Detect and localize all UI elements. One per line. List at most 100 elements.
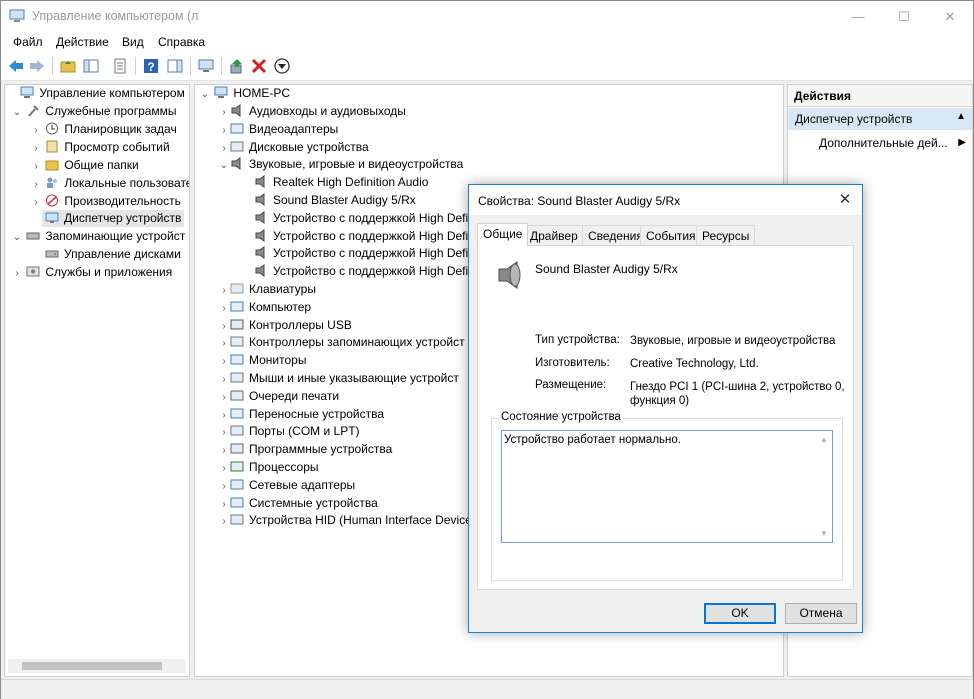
device-category[interactable]: › Программные устройства bbox=[218, 441, 392, 458]
forward-arrow-icon[interactable] bbox=[28, 57, 46, 75]
expander[interactable]: › bbox=[218, 442, 230, 459]
device-tree-root[interactable]: ⌄ HOME-PC bbox=[199, 85, 290, 102]
tab-events[interactable]: События bbox=[640, 225, 702, 245]
expander[interactable]: › bbox=[218, 478, 230, 495]
scan-hardware-icon[interactable] bbox=[197, 57, 215, 75]
device-item[interactable]: Устройство с поддержкой High Defi bbox=[254, 263, 468, 280]
action-pane-icon[interactable] bbox=[166, 57, 184, 75]
device-status-textbox[interactable]: Устройство работает нормально. ▲ ▼ bbox=[501, 430, 833, 543]
ok-button[interactable]: OK bbox=[704, 603, 776, 624]
horizontal-scrollbar[interactable] bbox=[8, 659, 186, 673]
tree-item-system-tools[interactable]: ⌄ Служебные программы bbox=[11, 103, 177, 120]
maximize-button[interactable]: ☐ bbox=[881, 1, 927, 32]
expander[interactable]: › bbox=[218, 122, 230, 139]
device-item[interactable]: Realtek High Definition Audio bbox=[254, 174, 428, 191]
tree-item-services-apps[interactable]: › Службы и приложения bbox=[11, 264, 172, 281]
device-item[interactable]: Устройство с поддержкой High Defi bbox=[254, 228, 468, 245]
device-category[interactable]: › Аудиовходы и аудиовыходы bbox=[218, 103, 406, 120]
device-item[interactable]: Sound Blaster Audigy 5/Rx bbox=[254, 192, 416, 209]
close-button[interactable]: ✕ bbox=[927, 1, 973, 32]
tree-item-task-scheduler[interactable]: › Планировщик задач bbox=[30, 121, 176, 139]
device-category[interactable]: › Порты (COM и LPT) bbox=[218, 423, 359, 441]
expander[interactable]: › bbox=[218, 335, 230, 352]
scroll-up-icon[interactable]: ▲ bbox=[820, 435, 828, 444]
tree-item-device-manager[interactable]: Диспетчер устройств bbox=[42, 210, 185, 227]
expander[interactable]: › bbox=[30, 158, 42, 175]
device-category[interactable]: › Контроллеры USB bbox=[218, 317, 352, 334]
submenu-arrow-icon[interactable]: ▶ bbox=[958, 137, 966, 148]
expander[interactable]: ⌄ bbox=[11, 229, 23, 246]
device-category[interactable]: › Мониторы bbox=[218, 352, 306, 369]
back-arrow-icon[interactable] bbox=[7, 57, 25, 75]
expander[interactable]: › bbox=[218, 407, 230, 424]
expander[interactable]: › bbox=[218, 371, 230, 388]
expander[interactable]: › bbox=[30, 176, 42, 193]
menu-file[interactable]: Файл bbox=[13, 35, 43, 49]
tree-item-event-viewer[interactable]: › Просмотр событий bbox=[30, 139, 169, 157]
help-icon[interactable]: ? bbox=[142, 57, 160, 75]
device-category[interactable]: › Переносные устройства bbox=[218, 406, 384, 423]
expander[interactable]: › bbox=[30, 194, 42, 211]
tree-item-computer-management[interactable]: Управление компьютером (л bbox=[5, 85, 189, 102]
tab-driver[interactable]: Драйвер bbox=[524, 225, 584, 245]
device-category[interactable]: › Процессоры bbox=[218, 459, 318, 477]
tree-item-local-users[interactable]: › Локальные пользовате bbox=[30, 175, 189, 193]
scrollbar-thumb[interactable] bbox=[22, 662, 162, 670]
expander[interactable]: › bbox=[218, 389, 230, 406]
uninstall-device-icon[interactable] bbox=[250, 57, 268, 75]
menu-help[interactable]: Справка bbox=[158, 35, 205, 49]
expander[interactable]: ⌄ bbox=[11, 104, 23, 121]
menu-action[interactable]: Действие bbox=[56, 35, 109, 49]
device-category[interactable]: › Компьютер bbox=[218, 299, 311, 316]
device-category[interactable]: › Устройства HID (Human Interface Device bbox=[218, 512, 472, 529]
tab-details[interactable]: Сведения bbox=[582, 225, 649, 245]
download-driver-icon[interactable] bbox=[273, 57, 291, 75]
cancel-button[interactable]: Отмена bbox=[785, 603, 857, 624]
device-category[interactable]: › Сетевые адаптеры bbox=[218, 477, 355, 494]
show-hide-tree-icon[interactable] bbox=[82, 57, 100, 75]
collapse-up-icon[interactable]: ▲ bbox=[956, 111, 966, 122]
device-item[interactable]: Устройство с поддержкой High Defi bbox=[254, 210, 468, 227]
expander[interactable]: › bbox=[11, 265, 23, 282]
expander[interactable]: › bbox=[218, 496, 230, 513]
tree-item-shared-folders[interactable]: › Общие папки bbox=[30, 157, 138, 175]
expander[interactable]: › bbox=[30, 122, 42, 139]
more-actions-link[interactable]: Дополнительные дей... bbox=[819, 136, 948, 150]
tab-resources[interactable]: Ресурсы bbox=[696, 225, 756, 245]
update-driver-icon[interactable] bbox=[228, 57, 246, 75]
minimize-button[interactable]: — bbox=[835, 1, 881, 32]
device-item[interactable]: Устройство с поддержкой High Defi bbox=[254, 245, 468, 262]
device-category[interactable]: › Очереди печати bbox=[218, 388, 339, 405]
expander[interactable]: ⌄ bbox=[199, 86, 211, 103]
tab-general[interactable]: Общие bbox=[477, 223, 529, 246]
properties-sheet-icon[interactable] bbox=[111, 57, 129, 75]
expander[interactable]: › bbox=[218, 513, 230, 530]
expander[interactable]: › bbox=[218, 140, 230, 157]
expander[interactable]: › bbox=[218, 104, 230, 121]
tree-item-performance[interactable]: › Производительность bbox=[30, 193, 181, 210]
actions-section-device-manager[interactable]: Диспетчер устройств ▲ bbox=[788, 108, 972, 130]
expander[interactable]: ⌄ bbox=[218, 157, 230, 174]
device-category[interactable]: › Дисковые устройства bbox=[218, 139, 368, 157]
device-category[interactable]: › Системные устройства bbox=[218, 495, 377, 513]
expander[interactable]: › bbox=[30, 140, 42, 157]
device-category[interactable]: ⌄ Звуковые, игровые и видеоустройства bbox=[218, 156, 463, 173]
scroll-down-icon[interactable]: ▼ bbox=[820, 529, 828, 538]
menu-view[interactable]: Вид bbox=[122, 35, 144, 49]
device-category[interactable]: › Мыши и иные указывающие устройст bbox=[218, 370, 459, 387]
tree-item-disk-management[interactable]: Управление дисками bbox=[42, 246, 181, 263]
dialog-close-button[interactable]: ✕ bbox=[828, 185, 862, 215]
expander[interactable]: › bbox=[218, 460, 230, 477]
expander[interactable]: › bbox=[218, 353, 230, 370]
device-category[interactable]: › Видеоадаптеры bbox=[218, 121, 338, 138]
tree-item-storage[interactable]: ⌄ Запоминающие устройст bbox=[11, 228, 185, 245]
vertical-scrollbar[interactable]: ▲ ▼ bbox=[816, 431, 832, 542]
expander[interactable]: › bbox=[218, 318, 230, 335]
device-type-label: Тип устройства: bbox=[535, 334, 620, 346]
expander[interactable]: › bbox=[218, 282, 230, 299]
expander[interactable]: › bbox=[218, 424, 230, 441]
up-folder-icon[interactable] bbox=[59, 57, 77, 75]
device-category[interactable]: › Контроллеры запоминающих устройст bbox=[218, 334, 464, 352]
device-category[interactable]: › Клавиатуры bbox=[218, 281, 316, 298]
expander[interactable]: › bbox=[218, 300, 230, 317]
